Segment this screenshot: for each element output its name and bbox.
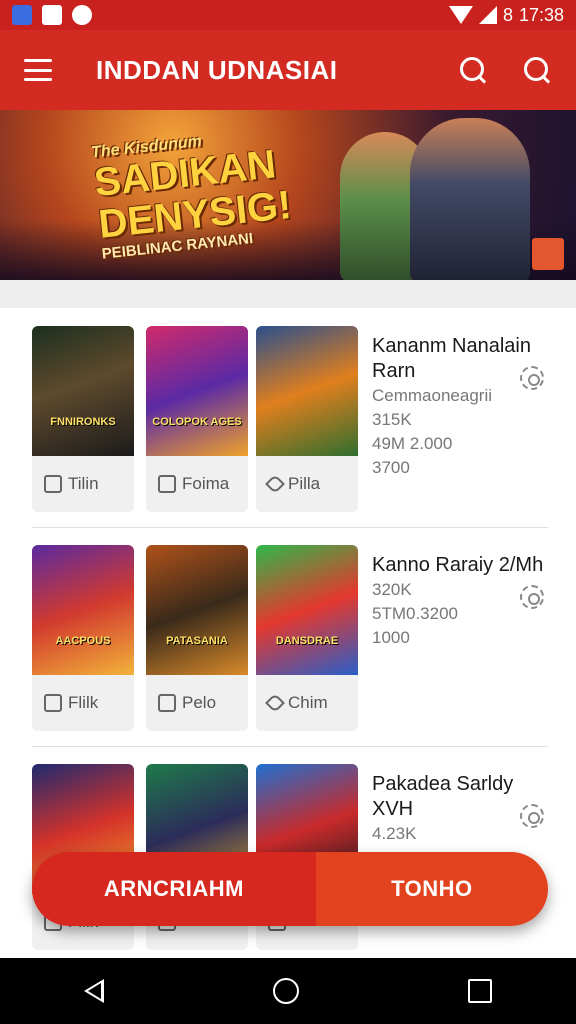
game-art-title: AACPOUS xyxy=(55,635,111,647)
share-icon xyxy=(265,474,285,494)
edit-icon xyxy=(44,694,62,712)
card-label: Foima xyxy=(182,474,230,493)
primary-action-button[interactable]: ARNCRIAHM xyxy=(32,852,316,926)
card-label: Flilk xyxy=(68,693,99,712)
item-detail: Cemmaoneagrii xyxy=(372,386,492,405)
game-art: COLOPOK AGES xyxy=(146,326,248,456)
settings-gear-icon[interactable] xyxy=(520,585,544,609)
item-detail: 4.23K xyxy=(372,824,417,843)
game-art xyxy=(256,326,358,456)
game-card[interactable]: DANSDRAE Chim xyxy=(256,545,358,731)
search-icon[interactable] xyxy=(522,55,552,85)
settings-gear-icon[interactable] xyxy=(520,366,544,390)
game-art: DANSDRAE xyxy=(256,545,358,675)
clock: 17:38 xyxy=(518,4,564,25)
list-item[interactable]: FNNIRONKS Tilin COLOPOK AGES Foima Pilla… xyxy=(32,326,548,526)
banner-hero-male xyxy=(410,118,530,280)
app-notification-icon xyxy=(72,5,92,25)
game-art-title: COLOPOK AGES xyxy=(152,416,242,428)
back-icon[interactable] xyxy=(84,979,105,1003)
secondary-action-button[interactable]: TONHO xyxy=(315,852,548,926)
settings-gear-icon[interactable] xyxy=(520,804,544,828)
promo-banner[interactable]: The Kisdunum SADIKAN DENYSIG! PEIBLINAC … xyxy=(0,110,576,280)
wifi-icon xyxy=(448,6,473,24)
card-label: Chim xyxy=(288,693,328,712)
system-nav-bar xyxy=(0,958,576,1024)
game-art-title: FNNIRONKS xyxy=(50,416,116,428)
item-detail: 5TM0.3200 xyxy=(372,604,458,623)
recents-icon[interactable] xyxy=(467,979,492,1003)
item-detail: 1000 xyxy=(372,628,410,647)
game-art-title: PATASANIA xyxy=(166,635,228,647)
game-art: AACPOUS xyxy=(32,545,134,675)
section-spacer xyxy=(0,280,576,308)
app-title: INDDAN UDNASIAI xyxy=(96,54,338,85)
game-card[interactable]: COLOPOK AGES Foima xyxy=(146,326,248,512)
game-art: PATASANIA xyxy=(146,545,248,675)
game-card[interactable]: Pilla xyxy=(256,326,358,512)
banner-badge-icon[interactable] xyxy=(532,238,564,270)
pen-icon xyxy=(265,693,285,713)
item-detail: 315K xyxy=(372,410,412,429)
app-bar: INDDAN UDNASIAI xyxy=(0,30,576,110)
notification-icon xyxy=(12,5,32,25)
edit-icon xyxy=(158,475,176,493)
card-label: Pelo xyxy=(182,693,217,712)
item-title: Kanno Raraiy 2/Mh xyxy=(372,554,544,576)
divider xyxy=(32,527,548,528)
floating-action-bar: ARNCRIAHM TONHO xyxy=(32,852,548,926)
card-label: Tilin xyxy=(68,474,99,493)
battery-icon: 8 xyxy=(502,4,513,25)
banner-headline: The Kisdunum SADIKAN DENYSIG! PEIBLINAC … xyxy=(90,124,295,263)
item-detail: 49M 2.000 xyxy=(372,434,453,453)
list-item[interactable]: AACPOUS Flilk PATASANIA Pelo DANSDRAE Ch… xyxy=(32,545,548,745)
edit-icon xyxy=(44,475,62,493)
item-detail: 3700 xyxy=(372,458,410,477)
edit-icon xyxy=(158,694,176,712)
game-card[interactable]: PATASANIA Pelo xyxy=(146,545,248,731)
search-icon[interactable] xyxy=(458,55,488,85)
menu-icon[interactable] xyxy=(24,59,52,81)
game-card[interactable]: FNNIRONKS Tilin xyxy=(32,326,134,512)
divider xyxy=(32,746,548,747)
game-card[interactable]: AACPOUS Flilk xyxy=(32,545,134,731)
signal-icon xyxy=(478,6,497,24)
game-art-title: DANSDRAE xyxy=(275,635,339,647)
card-label: Pilla xyxy=(288,474,321,493)
status-bar: 8 17:38 xyxy=(0,0,576,30)
item-info: Kananm Nanalain Rarn Cemmaoneagrii 315K … xyxy=(372,334,548,480)
home-icon[interactable] xyxy=(272,978,299,1004)
game-art: FNNIRONKS xyxy=(32,326,134,456)
image-icon xyxy=(42,5,62,25)
